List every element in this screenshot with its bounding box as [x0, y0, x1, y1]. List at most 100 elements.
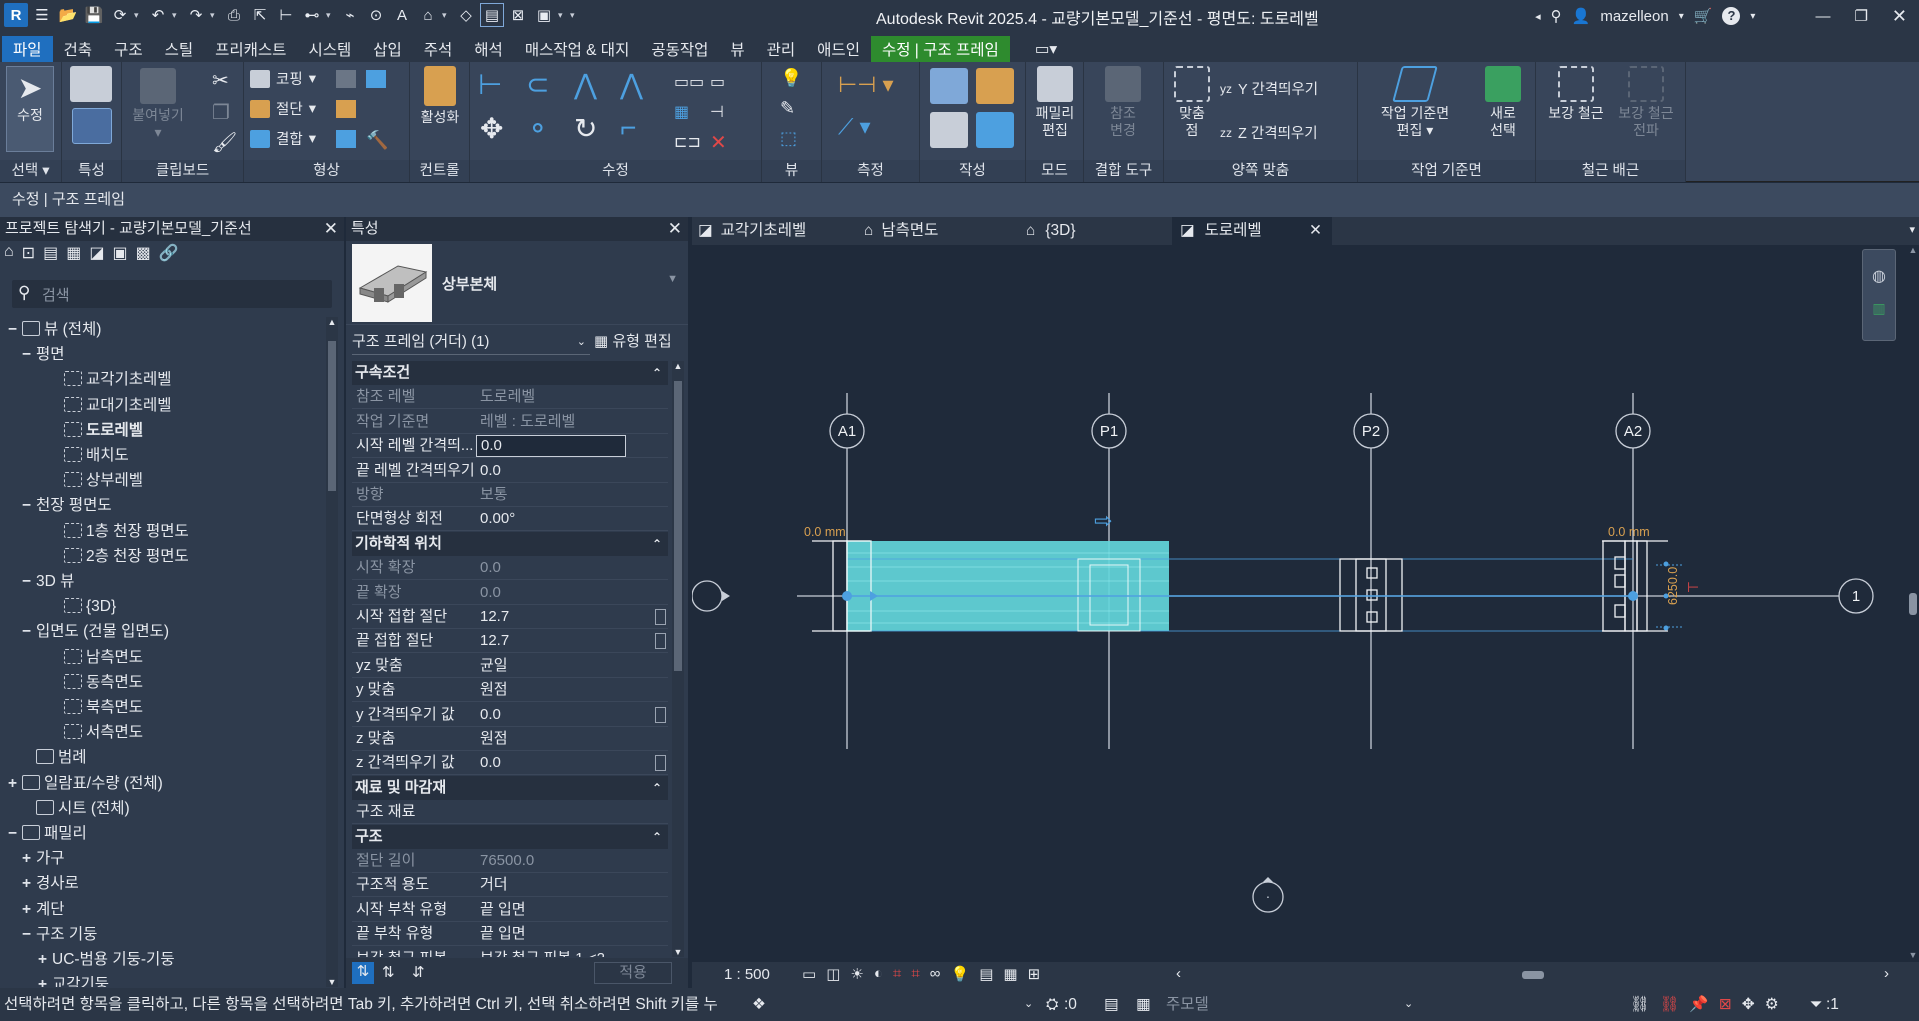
tree-item[interactable]: {3D}	[50, 594, 116, 619]
tab-list-dropdown-icon[interactable]: ▾	[1909, 223, 1915, 236]
horizontal-scroll-right-icon[interactable]: ›	[1884, 965, 1889, 982]
view-scale[interactable]: 1 : 500	[724, 966, 770, 983]
plan-drawing[interactable]: A1 P1 P2 A2 1 ⇨ 0.0 mm 0.0 mm 6250.0 ⊢ ·	[692, 245, 1919, 962]
canvas-scroll-up-icon[interactable]: ▲	[1907, 245, 1919, 255]
close-hidden-icon[interactable]: ⊠	[506, 3, 530, 27]
default-3d-icon[interactable]: ⌂	[416, 3, 440, 27]
property-row[interactable]: 방향 보통	[352, 483, 668, 507]
collapse-icon[interactable]: −	[22, 922, 36, 947]
design-options-icon[interactable]: ▤	[1104, 988, 1119, 1021]
dimension-icon[interactable]: ⊷	[300, 3, 324, 27]
start-grip[interactable]	[842, 591, 852, 601]
detail-level-icon[interactable]: ▭	[802, 965, 816, 983]
steering-wheel-icon[interactable]: ◍	[1863, 266, 1895, 286]
cut-geometry-button[interactable]: 절단 ▾	[250, 98, 316, 119]
sort-category-icon[interactable]: ⇅	[352, 962, 374, 984]
split-icon[interactable]: ▭▭	[674, 72, 704, 92]
move-icon[interactable]: ✥	[480, 112, 503, 145]
property-value[interactable]: 끝 입면	[476, 922, 636, 946]
collapse-icon[interactable]: −	[8, 317, 22, 342]
copy-element-icon[interactable]: ⚬	[526, 112, 549, 145]
hide-element-icon[interactable]: ⬚	[780, 128, 797, 149]
measure-icon[interactable]: ⊢	[274, 3, 298, 27]
temporary-view-properties-icon[interactable]: ▤	[979, 965, 993, 983]
restore-icon[interactable]: ❐	[1854, 7, 1867, 25]
expand-icon[interactable]: +	[22, 871, 36, 896]
scale-icon[interactable]: ⊏⊐	[674, 132, 701, 152]
property-row[interactable]: 단면형상 회전 0.00°	[352, 507, 668, 532]
select-underlay-icon[interactable]: ⛓	[1660, 988, 1680, 1021]
expand-icon[interactable]: +	[22, 897, 36, 922]
dimension-grip-middle[interactable]	[1663, 593, 1669, 599]
tab-collaborate[interactable]: 공동작업	[640, 36, 719, 62]
close-window-icon[interactable]: ✕	[1892, 6, 1907, 27]
temporary-hide-icon[interactable]: ∞	[930, 965, 941, 983]
select-pinned-icon[interactable]: 📌	[1689, 988, 1708, 1021]
property-value[interactable]: 0.0	[476, 703, 636, 727]
tab-insert[interactable]: 삽입	[362, 36, 413, 62]
tree-item[interactable]: 상부레벨	[50, 468, 143, 493]
browser-groups-icon[interactable]: ▣	[112, 243, 127, 263]
align-icon[interactable]: ⊢	[478, 68, 502, 101]
lock-dimension-icon[interactable]: ⊢	[1687, 579, 1699, 595]
section-icon[interactable]: ◇	[454, 3, 478, 27]
app-menu-icon[interactable]: ☰	[30, 3, 54, 27]
spot-icon[interactable]: ⊙	[364, 3, 388, 27]
help-dropdown-icon[interactable]: ▾	[1750, 11, 1755, 22]
property-row[interactable]: 끝 부착 유형 끝 입면	[352, 922, 668, 947]
user-icon[interactable]: 👤	[1572, 7, 1591, 25]
tree-item[interactable]: 교대기초레벨	[50, 393, 172, 418]
drag-elements-icon[interactable]: ✥	[1742, 988, 1755, 1021]
property-value[interactable]: 0.0	[476, 435, 626, 458]
wall-joins-icon[interactable]	[336, 70, 356, 88]
end-grip[interactable]	[1628, 591, 1638, 601]
property-row[interactable]: z 맞춤 원점	[352, 727, 668, 751]
tab-annotate[interactable]: 주석	[413, 36, 464, 62]
tag-icon[interactable]: ⌁	[338, 3, 362, 27]
tab-manage[interactable]: 관리	[756, 36, 807, 62]
tree-item[interactable]: − 천장 평면도	[22, 493, 112, 518]
collapse-icon[interactable]: −	[22, 619, 36, 644]
binoculars-icon[interactable]: ⚲	[1551, 7, 1562, 25]
hide-icon[interactable]: 💡	[780, 68, 802, 89]
windows-dropdown-icon[interactable]: ▾	[558, 3, 568, 27]
browser-links-icon[interactable]: ▩	[136, 243, 151, 263]
select-links-icon[interactable]: ⛓	[1630, 988, 1650, 1021]
sync-dropdown-icon[interactable]: ▾	[134, 3, 144, 27]
property-row[interactable]: 시작 확장 0.0	[352, 556, 668, 581]
horizontal-scroll-thumb[interactable]	[1522, 971, 1544, 979]
property-value[interactable]: 보강 철근 피복 1 <2...	[476, 947, 636, 957]
property-section-header[interactable]: 기하학적 위치 ⌃	[352, 531, 668, 556]
tab-architecture[interactable]: 건축	[53, 36, 104, 62]
tree-item[interactable]: + 일람표/수량 (전체)	[8, 771, 163, 796]
tree-item[interactable]: − 뷰 (전체)	[8, 317, 101, 342]
delete-icon[interactable]: ✕	[710, 130, 727, 155]
property-section-header[interactable]: 재료 및 마감재 ⌃	[352, 775, 668, 800]
browser-search-box[interactable]: ⚲ 검색	[12, 280, 332, 308]
measure-between-icon[interactable]: ⊢⊣ ▾	[838, 72, 893, 98]
tree-item[interactable]: −3D 뷰	[22, 569, 74, 594]
property-row[interactable]: 끝 접합 절단 12.7	[352, 629, 668, 654]
canvas-vertical-scrollbar[interactable]: ▲ ▼	[1907, 245, 1919, 962]
rebar-cover-button[interactable]: 보강 철근	[1542, 66, 1610, 122]
tab-massing[interactable]: 매스작업 & 대지	[514, 36, 641, 62]
export-icon[interactable]: ⇱	[248, 3, 272, 27]
redo-dropdown-icon[interactable]: ▾	[210, 3, 220, 27]
cart-icon[interactable]: 🛒	[1694, 7, 1713, 25]
tree-item[interactable]: 북측면도	[50, 695, 143, 720]
edit-type-button[interactable]: ▦ 유형 편집	[594, 329, 672, 355]
hammer-icon[interactable]: 🔨	[366, 130, 388, 151]
cut-icon[interactable]: ✂	[212, 68, 229, 93]
browser-scroll-up-icon[interactable]: ▲	[326, 317, 338, 327]
override-icon[interactable]: ✎	[780, 98, 795, 119]
crop-view-icon[interactable]: ⌗	[893, 965, 901, 983]
y-offset-button[interactable]: yz Y 간격띄우기	[1220, 78, 1318, 99]
split-face-icon[interactable]	[366, 70, 386, 88]
tree-item[interactable]: − 평면	[22, 342, 65, 367]
trim-icon[interactable]: ⌐	[620, 112, 636, 144]
tree-item[interactable]: 서측면도	[50, 720, 143, 745]
property-value[interactable]: 0.0	[476, 751, 636, 775]
temp-dimension-right[interactable]: 0.0 mm	[1608, 525, 1650, 539]
model-dropdown-icon[interactable]: ⌄	[1404, 988, 1413, 1021]
mirror-draw-icon[interactable]: ⋀	[620, 68, 643, 101]
